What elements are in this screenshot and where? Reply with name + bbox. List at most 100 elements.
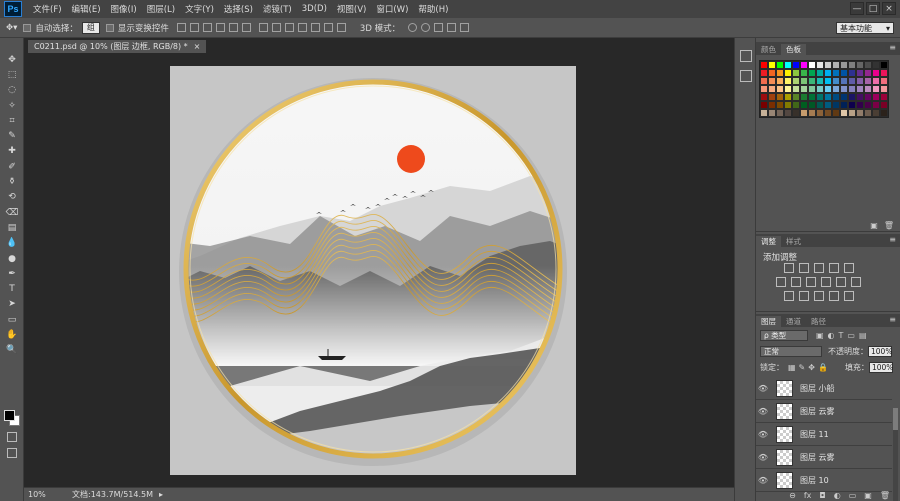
color-swatch[interactable]	[856, 61, 864, 69]
color-balance-icon[interactable]	[791, 277, 801, 287]
swatch-grid[interactable]	[759, 60, 889, 118]
workspace-dropdown[interactable]: 基本功能 ▾	[836, 22, 894, 34]
color-swatch[interactable]	[848, 61, 856, 69]
color-swatch[interactable]	[856, 101, 864, 109]
color-swatch[interactable]	[880, 61, 888, 69]
color-swatch[interactable]	[768, 93, 776, 101]
color-swatch[interactable]	[824, 85, 832, 93]
panel-menu-icon[interactable]: ≡	[889, 315, 896, 324]
new-swatch-icon[interactable]: ▣	[870, 221, 878, 230]
color-swatch[interactable]	[776, 69, 784, 77]
color-swatch[interactable]	[824, 93, 832, 101]
color-swatch[interactable]	[776, 77, 784, 85]
color-swatch[interactable]	[872, 109, 880, 117]
brush-icon[interactable]: ✐	[0, 159, 24, 174]
drag-3d-icon[interactable]	[434, 23, 444, 32]
color-swatch[interactable]	[816, 69, 824, 77]
color-swatch[interactable]	[800, 93, 808, 101]
color-swatch[interactable]	[808, 101, 816, 109]
panel-menu-icon[interactable]: ≡	[889, 43, 896, 52]
color-swatch[interactable]	[824, 101, 832, 109]
color-swatch[interactable]	[880, 69, 888, 77]
opacity-field[interactable]: 100%	[868, 345, 892, 357]
tab-styles[interactable]: 样式	[781, 236, 806, 247]
lasso-icon[interactable]: ◌	[0, 83, 24, 98]
color-swatch[interactable]	[784, 85, 792, 93]
color-swatch[interactable]	[808, 93, 816, 101]
color-swatch[interactable]	[768, 61, 776, 69]
color-swatch[interactable]	[840, 77, 848, 85]
color-swatch[interactable]	[784, 69, 792, 77]
scale-3d-icon[interactable]	[460, 23, 470, 32]
color-swatch[interactable]	[864, 101, 872, 109]
color-swatch[interactable]	[792, 69, 800, 77]
align-right-icon[interactable]	[241, 23, 251, 32]
magic-wand-icon[interactable]: ✧	[0, 98, 24, 113]
path-select-icon[interactable]: ➤	[0, 297, 24, 312]
marquee-icon[interactable]: ⬚	[0, 67, 24, 82]
levels-icon[interactable]	[799, 263, 809, 273]
zoom-level[interactable]: 10%	[28, 490, 60, 499]
color-swatch[interactable]	[808, 77, 816, 85]
hand-icon[interactable]: ✋	[0, 327, 24, 342]
minimize-button[interactable]: —	[850, 2, 864, 15]
color-swatch[interactable]	[816, 93, 824, 101]
color-swatch[interactable]	[880, 93, 888, 101]
menu-select[interactable]: 选择(S)	[219, 3, 258, 15]
zoom-icon[interactable]: 🔍	[0, 343, 24, 358]
black-white-icon[interactable]	[806, 277, 816, 287]
color-swatch[interactable]	[808, 85, 816, 93]
color-swatch[interactable]	[776, 109, 784, 117]
menu-layer[interactable]: 图层(L)	[142, 3, 180, 15]
align-top-icon[interactable]	[176, 23, 186, 32]
color-swatch[interactable]	[824, 77, 832, 85]
eye-icon[interactable]: 👁	[756, 407, 770, 416]
color-swatch[interactable]	[832, 101, 840, 109]
color-swatch[interactable]	[816, 109, 824, 117]
color-swatch[interactable]	[856, 69, 864, 77]
color-swatch[interactable]	[792, 93, 800, 101]
color-swatch[interactable]	[800, 101, 808, 109]
color-swatch[interactable]	[840, 109, 848, 117]
color-swatch[interactable]	[864, 109, 872, 117]
eye-icon[interactable]: 👁	[756, 476, 770, 485]
color-swatch[interactable]	[880, 85, 888, 93]
color-swatch[interactable]	[856, 85, 864, 93]
color-swatch[interactable]	[840, 69, 848, 77]
new-layer-icon[interactable]: ▣	[864, 491, 872, 500]
color-swatch[interactable]	[824, 109, 832, 117]
auto-select-checkbox[interactable]	[23, 23, 32, 32]
trash-icon[interactable]: 🗑	[880, 491, 890, 500]
photo-filter-icon[interactable]	[821, 277, 831, 287]
color-swatch[interactable]	[872, 85, 880, 93]
history-panel-icon[interactable]	[740, 50, 752, 62]
color-swatch[interactable]	[872, 61, 880, 69]
color-swatch[interactable]	[864, 61, 872, 69]
move-icon[interactable]: ✥	[0, 52, 24, 67]
color-swatch[interactable]	[864, 77, 872, 85]
stamp-icon[interactable]: ⚱	[0, 174, 24, 189]
channel-mixer-icon[interactable]	[836, 277, 846, 287]
transform-controls-option[interactable]: 显示变换控件	[105, 22, 169, 34]
color-swatch[interactable]	[776, 61, 784, 69]
selective-color-icon[interactable]	[829, 291, 839, 301]
color-swatch[interactable]	[832, 93, 840, 101]
auto-align-icon[interactable]	[336, 23, 346, 32]
color-swatch[interactable]	[760, 93, 768, 101]
color-swatch[interactable]	[760, 85, 768, 93]
color-swatch[interactable]	[760, 69, 768, 77]
threshold-icon[interactable]	[814, 291, 824, 301]
filter-icons[interactable]: ▣◐T▭▤	[816, 331, 871, 340]
fill-field[interactable]: 100%	[868, 361, 893, 373]
type-icon[interactable]: T	[0, 281, 24, 296]
color-swatch[interactable]	[872, 69, 880, 77]
eye-icon[interactable]: 👁	[756, 430, 770, 439]
vibrance-icon[interactable]	[844, 263, 854, 273]
gradient-map-icon[interactable]	[844, 291, 854, 301]
tab-color[interactable]: 颜色	[756, 44, 781, 55]
color-swatch[interactable]	[768, 109, 776, 117]
color-swatch[interactable]	[760, 101, 768, 109]
dodge-icon[interactable]: ●	[0, 251, 24, 266]
menu-file[interactable]: 文件(F)	[28, 3, 67, 15]
color-swatch[interactable]	[848, 85, 856, 93]
